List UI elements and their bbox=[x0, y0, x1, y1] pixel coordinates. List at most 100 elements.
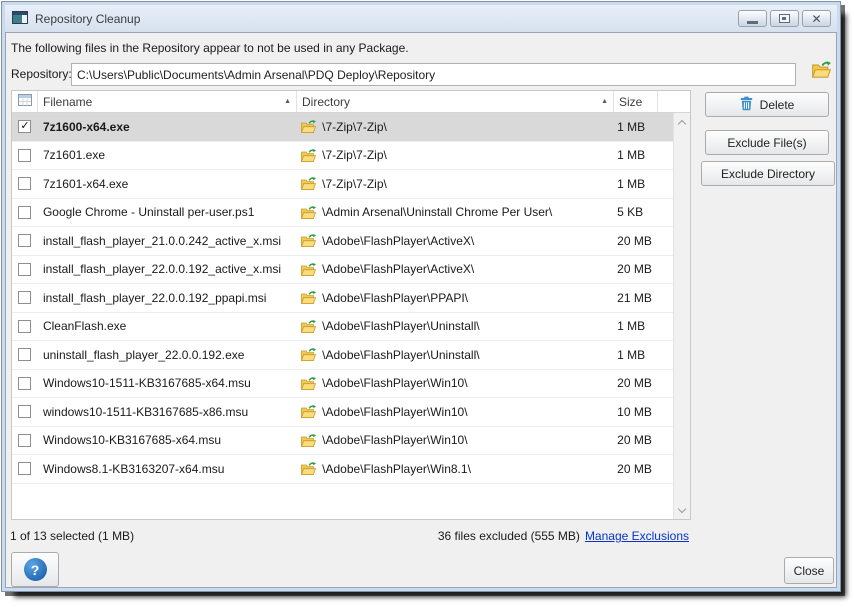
table-row[interactable]: Windows8.1-KB3163207-x64.msu \Adobe\Flas… bbox=[12, 455, 673, 484]
chevron-down-icon bbox=[678, 505, 686, 513]
row-filename: Windows8.1-KB3163207-x64.msu bbox=[38, 462, 296, 476]
exclude-directory-button[interactable]: Exclude Directory bbox=[701, 161, 835, 186]
row-filename: 7z1601.exe bbox=[38, 148, 296, 162]
row-filename: Windows10-1511-KB3167685-x64.msu bbox=[38, 376, 296, 390]
row-size: 1 MB bbox=[612, 177, 673, 191]
table-row[interactable]: install_flash_player_22.0.0.192_active_x… bbox=[12, 256, 673, 285]
row-filename: Google Chrome - Uninstall per-user.ps1 bbox=[38, 205, 296, 219]
row-filename: 7z1601-x64.exe bbox=[38, 177, 296, 191]
table-row[interactable]: uninstall_flash_player_22.0.0.192.exe \A… bbox=[12, 341, 673, 370]
row-size: 1 MB bbox=[612, 120, 673, 134]
row-directory: \Adobe\FlashPlayer\Win8.1\ bbox=[322, 462, 471, 476]
close-window-button[interactable]: ✕ bbox=[802, 10, 831, 27]
row-directory: \Adobe\FlashPlayer\Win10\ bbox=[322, 405, 467, 419]
table-header: Filename ▲ Directory ▲ Size bbox=[12, 91, 690, 113]
scroll-down-button[interactable] bbox=[674, 502, 691, 519]
folder-icon bbox=[301, 434, 316, 447]
row-directory: \Adobe\FlashPlayer\PPAPI\ bbox=[322, 291, 468, 305]
folder-icon bbox=[301, 177, 316, 190]
row-size: 1 MB bbox=[612, 348, 673, 362]
table-row[interactable]: Google Chrome - Uninstall per-user.ps1 \… bbox=[12, 199, 673, 228]
row-directory: \Adobe\FlashPlayer\Win10\ bbox=[322, 376, 467, 390]
folder-icon bbox=[301, 462, 316, 475]
table-row[interactable]: CleanFlash.exe \Adobe\FlashPlayer\Uninst… bbox=[12, 313, 673, 342]
sort-ascending-icon: ▲ bbox=[597, 98, 608, 105]
repository-path-field[interactable] bbox=[71, 63, 796, 86]
row-filename: 7z1600-x64.exe bbox=[38, 120, 296, 134]
row-checkbox[interactable] bbox=[18, 405, 31, 418]
folder-icon bbox=[301, 377, 316, 390]
row-checkbox[interactable] bbox=[18, 177, 31, 190]
vertical-scrollbar[interactable] bbox=[673, 113, 690, 519]
browse-folder-icon[interactable] bbox=[812, 61, 831, 81]
column-header-filename[interactable]: Filename ▲ bbox=[38, 91, 297, 112]
sort-ascending-icon: ▲ bbox=[280, 98, 291, 105]
table-row[interactable]: install_flash_player_22.0.0.192_ppapi.ms… bbox=[12, 284, 673, 313]
chevron-up-icon bbox=[678, 120, 686, 128]
table-row[interactable]: windows10-1511-KB3167685-x86.msu \Adobe\… bbox=[12, 398, 673, 427]
file-table: Filename ▲ Directory ▲ Size ✓ 7z1600-x64… bbox=[11, 90, 691, 520]
minimize-button[interactable] bbox=[738, 10, 767, 27]
column-header-directory[interactable]: Directory ▲ bbox=[297, 91, 614, 112]
row-checkbox[interactable] bbox=[18, 263, 31, 276]
column-header-size[interactable]: Size bbox=[614, 91, 658, 112]
intro-text: The following files in the Repository ap… bbox=[11, 41, 409, 55]
row-checkbox[interactable] bbox=[18, 234, 31, 247]
row-checkbox[interactable] bbox=[18, 377, 31, 390]
repository-cleanup-dialog: Repository Cleanup ✕ The following files… bbox=[1, 1, 841, 592]
excluded-status: 36 files excluded (555 MB) bbox=[438, 529, 580, 543]
row-size: 20 MB bbox=[612, 234, 673, 248]
row-checkbox[interactable] bbox=[18, 320, 31, 333]
row-size: 20 MB bbox=[612, 462, 673, 476]
row-directory: \Adobe\FlashPlayer\Uninstall\ bbox=[322, 348, 479, 362]
table-row[interactable]: 7z1601-x64.exe \7-Zip\7-Zip\ 1 MB bbox=[12, 170, 673, 199]
row-filename: install_flash_player_22.0.0.192_ppapi.ms… bbox=[38, 291, 296, 305]
row-directory: \Admin Arsenal\Uninstall Chrome Per User… bbox=[322, 205, 552, 219]
scroll-up-button[interactable] bbox=[674, 113, 691, 130]
row-checkbox[interactable]: ✓ bbox=[18, 120, 31, 133]
folder-icon bbox=[301, 405, 316, 418]
folder-icon bbox=[301, 263, 316, 276]
exclude-files-button[interactable]: Exclude File(s) bbox=[705, 130, 829, 155]
row-checkbox[interactable] bbox=[18, 462, 31, 475]
delete-button[interactable]: Delete bbox=[705, 92, 829, 117]
row-size: 20 MB bbox=[612, 262, 673, 276]
row-filename: uninstall_flash_player_22.0.0.192.exe bbox=[38, 348, 296, 362]
table-row[interactable]: Windows10-1511-KB3167685-x64.msu \Adobe\… bbox=[12, 370, 673, 399]
row-size: 1 MB bbox=[612, 148, 673, 162]
folder-icon bbox=[301, 320, 316, 333]
close-button[interactable]: Close bbox=[784, 557, 834, 584]
repository-label: Repository: bbox=[11, 67, 72, 81]
row-filename: windows10-1511-KB3167685-x86.msu bbox=[38, 405, 296, 419]
help-button[interactable]: ? bbox=[11, 552, 59, 587]
table-row[interactable]: ✓ 7z1600-x64.exe \7-Zip\7-Zip\ 1 MB bbox=[12, 113, 673, 142]
title-bar[interactable]: Repository Cleanup ✕ bbox=[5, 5, 837, 32]
row-checkbox[interactable] bbox=[18, 291, 31, 304]
row-checkbox[interactable] bbox=[18, 206, 31, 219]
row-checkbox[interactable] bbox=[18, 434, 31, 447]
row-directory: \Adobe\FlashPlayer\ActiveX\ bbox=[322, 234, 474, 248]
grid-icon bbox=[18, 94, 32, 109]
row-filename: CleanFlash.exe bbox=[38, 319, 296, 333]
row-size: 20 MB bbox=[612, 433, 673, 447]
row-checkbox[interactable] bbox=[18, 348, 31, 361]
manage-exclusions-link[interactable]: Manage Exclusions bbox=[585, 529, 689, 543]
app-icon bbox=[12, 11, 28, 27]
folder-icon bbox=[301, 234, 316, 247]
row-filename: Windows10-KB3167685-x64.msu bbox=[38, 433, 296, 447]
dialog-content: The following files in the Repository ap… bbox=[5, 32, 837, 588]
table-row[interactable]: 7z1601.exe \7-Zip\7-Zip\ 1 MB bbox=[12, 142, 673, 171]
folder-icon bbox=[301, 120, 316, 133]
row-size: 10 MB bbox=[612, 405, 673, 419]
row-checkbox[interactable] bbox=[18, 149, 31, 162]
row-directory: \Adobe\FlashPlayer\Uninstall\ bbox=[322, 319, 479, 333]
select-all-header[interactable] bbox=[12, 91, 38, 112]
row-size: 5 KB bbox=[612, 205, 673, 219]
row-directory: \Adobe\FlashPlayer\Win10\ bbox=[322, 433, 467, 447]
table-row[interactable]: install_flash_player_21.0.0.242_active_x… bbox=[12, 227, 673, 256]
restore-button[interactable] bbox=[770, 10, 799, 27]
close-icon: ✕ bbox=[811, 13, 821, 25]
folder-icon bbox=[301, 206, 316, 219]
restore-icon bbox=[779, 14, 790, 23]
table-row[interactable]: Windows10-KB3167685-x64.msu \Adobe\Flash… bbox=[12, 427, 673, 456]
